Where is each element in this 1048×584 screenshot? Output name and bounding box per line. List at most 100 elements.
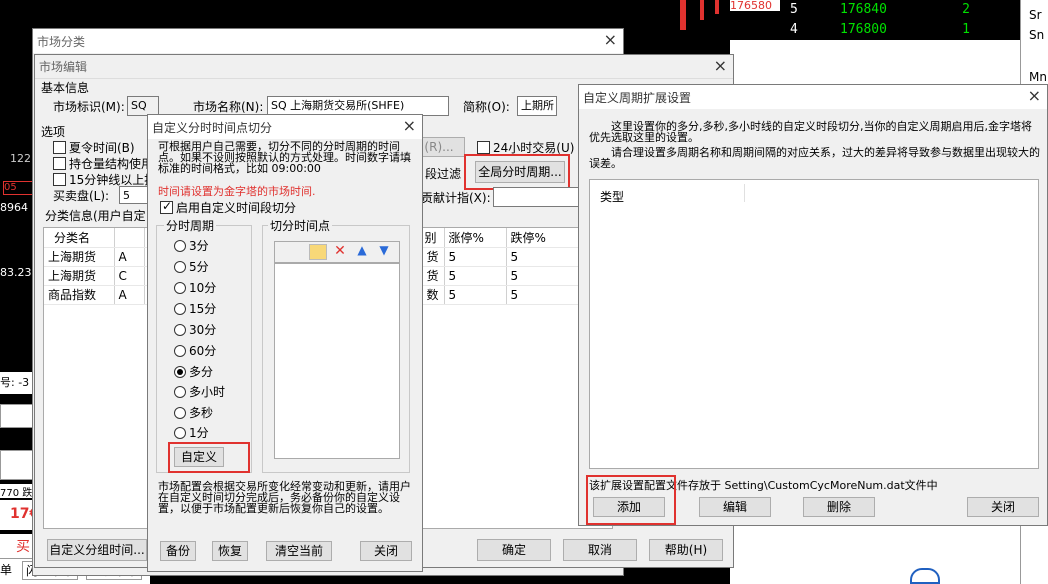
logo-icon <box>910 568 940 584</box>
quote-vol: 1 <box>962 22 970 37</box>
period-ext-titlebar: 自定义周期扩展设置 × <box>579 85 1047 109</box>
period-option[interactable]: 15分 <box>174 300 216 317</box>
market-id-field[interactable]: SQ <box>127 96 159 116</box>
left-value: 83.23 <box>0 266 32 279</box>
opt-exchange-time[interactable]: 夏令时间(B) <box>53 139 135 156</box>
left-value: 号: -3 <box>0 372 34 394</box>
left-box <box>0 450 34 480</box>
close-icon[interactable]: × <box>714 57 727 75</box>
short-name-label: 简称(O): <box>463 100 510 114</box>
index-label: 贡献计指(X): <box>421 191 491 205</box>
period-ext-list[interactable]: 类型 <box>589 179 1039 469</box>
enable-custom-split[interactable]: 启用自定义时间段切分 <box>160 199 296 216</box>
buy-sell-label: 买卖盘(L): <box>53 189 110 203</box>
table-cell: 5 <box>444 285 507 305</box>
time-split-description: 可根据用户自己需要，切分不同的分时周期的时间点。如果不设则按照默认的方式处理。时… <box>158 140 411 175</box>
table-cell: 上海期货 <box>44 247 115 267</box>
arrow-up-icon[interactable]: ▲ <box>353 243 371 261</box>
buy-sell-field[interactable]: 5 <box>119 186 149 204</box>
close-icon[interactable]: × <box>403 117 416 135</box>
column-header[interactable]: 分类名 <box>44 228 115 248</box>
quote-price: 176840 <box>840 2 887 17</box>
period-option[interactable]: 1分 <box>174 424 209 441</box>
right-label: Mn <box>1029 70 1047 84</box>
quote-idx: 4 <box>790 22 798 37</box>
cancel-button[interactable]: 取消 <box>563 539 637 561</box>
period-option[interactable]: 10分 <box>174 279 216 296</box>
table-cell: 商品指数 <box>44 285 115 305</box>
quote-price: 176800 <box>840 22 887 37</box>
time-split-titlebar: 自定义分时时间点切分 × <box>148 115 422 139</box>
period-option[interactable]: 多秒 <box>174 404 213 421</box>
cut-toolbar: ✕ ▲ ▼ <box>274 241 400 263</box>
window-title: 市场分类 <box>37 34 86 49</box>
close-icon[interactable]: × <box>604 31 617 49</box>
period-option[interactable]: 30分 <box>174 321 216 338</box>
market-name-label: 市场名称(N): <box>193 100 264 114</box>
price-tag: 176580 <box>730 0 780 11</box>
folder-icon[interactable] <box>309 244 327 260</box>
table-cell: 5 <box>444 266 507 286</box>
highlight-box <box>464 154 570 190</box>
close-button[interactable]: 关闭 <box>967 497 1039 517</box>
close-icon[interactable]: × <box>1028 87 1041 105</box>
quote-idx: 5 <box>790 2 798 17</box>
column-header[interactable]: 涨停% <box>444 228 507 248</box>
left-input[interactable] <box>0 404 34 428</box>
period-option[interactable]: 5分 <box>174 258 209 275</box>
period-option[interactable]: 3分 <box>174 237 209 254</box>
period-option[interactable]: 多小时 <box>174 383 225 400</box>
backup-button[interactable]: 备份 <box>160 541 196 561</box>
right-label: Sr <box>1029 8 1042 22</box>
table-cell: A <box>114 285 145 305</box>
market-edit-titlebar: 市场编辑 × <box>35 55 733 79</box>
period-ext-desc2: 请合理设置多周期名称和周期间隔的对应关系，过大的差异将导致参与数据里出现较大的误… <box>589 146 1040 170</box>
clear-current-button[interactable]: 清空当前 <box>266 541 332 561</box>
table-cell: 上海期货 <box>44 266 115 286</box>
window-title: 自定义周期扩展设置 <box>583 90 692 105</box>
window-title: 市场编辑 <box>39 60 88 74</box>
highlight-box <box>168 442 250 473</box>
opt-position-struct[interactable]: 持仓量结构使用 <box>53 155 153 172</box>
table-cell: 5 <box>444 247 507 267</box>
period-group-title: 分时周期 <box>164 217 217 234</box>
custom-group-button[interactable]: 自定义分组时间... <box>47 539 147 561</box>
time-split-warning: 时间请设置为金字塔的市场时间. <box>158 185 316 198</box>
highlight-box <box>586 475 676 525</box>
class-info-label: 分类信息(用户自定 <box>45 209 146 223</box>
column-header[interactable] <box>114 228 145 248</box>
market-name-field[interactable]: SQ 上海期货交易所(SHFE) <box>267 96 449 116</box>
left-value: 8964 <box>0 201 28 214</box>
left-value: 17€ <box>0 500 39 530</box>
cut-list[interactable] <box>274 263 400 459</box>
restore-button[interactable]: 恢复 <box>212 541 248 561</box>
tab-label[interactable]: 单 <box>0 561 12 578</box>
edit-button[interactable]: 编辑 <box>699 497 771 517</box>
ok-button[interactable]: 确定 <box>477 539 551 561</box>
options-label: 选项 <box>41 125 66 139</box>
cut-group-title: 切分时间点 <box>268 217 333 234</box>
period-option[interactable]: 60分 <box>174 342 216 359</box>
segment-filter-label[interactable]: 段过滤 <box>425 165 461 182</box>
arrow-down-icon[interactable]: ▼ <box>375 243 393 261</box>
help-button[interactable]: 帮助(H) <box>649 539 723 561</box>
column-header-type[interactable]: 类型 <box>600 188 624 205</box>
period-ext-dialog: 自定义周期扩展设置 × 这里设置你的多分,多秒,多小时线的自定义时段切分,当你的… <box>578 84 1048 526</box>
delete-icon[interactable]: ✕ <box>331 243 349 261</box>
index-field[interactable] <box>493 187 579 207</box>
market-id-label: 市场标识(M): <box>53 100 125 114</box>
time-split-dialog: 自定义分时时间点切分 × 可根据用户自己需要，切分不同的分时周期的时间点。如果不… <box>147 114 423 572</box>
table-cell: A <box>114 247 145 267</box>
short-name-field[interactable]: 上期所 <box>517 96 557 116</box>
left-value: 05 <box>3 181 33 195</box>
window-title: 自定义分时时间点切分 <box>152 120 273 135</box>
left-value: 买 <box>0 534 34 560</box>
delete-button[interactable]: 删除 <box>803 497 875 517</box>
time-split-footer-note: 市场配置会根据交易所变化经常变动和更新，请用户在自定义时间切分完成后，务必备份你… <box>158 480 411 515</box>
right-label: Sn <box>1029 28 1045 42</box>
period-option-selected[interactable]: 多分 <box>174 363 213 380</box>
basic-info-label: 基本信息 <box>41 81 90 95</box>
market-class-titlebar: 市场分类 × <box>33 29 623 53</box>
close-button[interactable]: 关闭 <box>360 541 412 561</box>
quote-vol: 2 <box>962 2 970 17</box>
